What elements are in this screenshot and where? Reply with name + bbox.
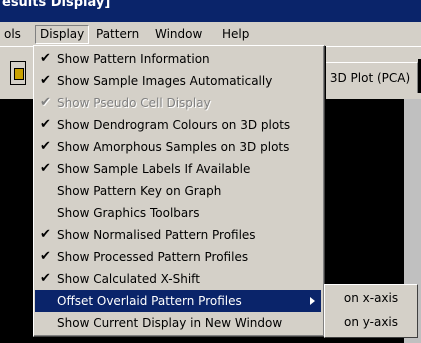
menu-item-show-pattern-key[interactable]: Show Pattern Key on Graph bbox=[35, 180, 321, 202]
menu-item-show-current-display-new-window[interactable]: Show Current Display in New Window bbox=[35, 312, 321, 334]
offset-submenu: on x-axis on y-axis bbox=[324, 284, 418, 338]
check-icon: ✔ bbox=[40, 117, 51, 132]
display-menu: ✔ Show Pattern Information ✔ Show Sample… bbox=[33, 45, 325, 337]
menu-pattern[interactable]: Pattern bbox=[92, 26, 143, 43]
menu-help[interactable]: Help bbox=[218, 26, 253, 43]
check-icon: ✔ bbox=[40, 139, 51, 154]
menu-tools[interactable]: ols bbox=[0, 26, 25, 43]
menu-window[interactable]: Window bbox=[151, 26, 206, 43]
tab-3d-plot-pca[interactable]: 3D Plot (PCA) bbox=[322, 62, 418, 94]
submenu-item-on-y-axis[interactable]: on y-axis bbox=[325, 311, 417, 333]
check-icon: ✔ bbox=[40, 227, 51, 242]
toolbar-icon bbox=[14, 68, 24, 80]
menu-item-offset-overlaid-profiles[interactable]: Offset Overlaid Pattern Profiles bbox=[35, 290, 321, 312]
check-icon: ✔ bbox=[40, 271, 51, 286]
menu-item-show-amorphous-samples[interactable]: ✔ Show Amorphous Samples on 3D plots bbox=[35, 136, 321, 158]
submenu-item-on-x-axis[interactable]: on x-axis bbox=[325, 287, 417, 309]
menu-bar: ols Display Pattern Window Help bbox=[0, 22, 421, 47]
menu-item-show-pseudo-cell-display: ✔ Show Pseudo Cell Display bbox=[35, 92, 321, 114]
check-icon: ✔ bbox=[40, 95, 51, 110]
check-icon: ✔ bbox=[40, 161, 51, 176]
check-icon: ✔ bbox=[40, 73, 51, 88]
toolbar-button[interactable] bbox=[10, 61, 26, 85]
menu-item-show-processed-profiles[interactable]: ✔ Show Processed Pattern Profiles bbox=[35, 246, 321, 268]
submenu-arrow-icon bbox=[310, 297, 315, 305]
window-title: esults Display] bbox=[2, 0, 111, 10]
menu-display[interactable]: Display bbox=[35, 25, 90, 44]
menu-item-show-graphics-toolbars[interactable]: Show Graphics Toolbars bbox=[35, 202, 321, 224]
title-bar: esults Display] bbox=[0, 0, 421, 22]
check-icon: ✔ bbox=[40, 249, 51, 264]
menu-item-show-calculated-x-shift[interactable]: ✔ Show Calculated X-Shift bbox=[35, 268, 321, 290]
menu-item-show-dendrogram-colours[interactable]: ✔ Show Dendrogram Colours on 3D plots bbox=[35, 114, 321, 136]
check-icon: ✔ bbox=[40, 51, 51, 66]
menu-item-show-normalised-profiles[interactable]: ✔ Show Normalised Pattern Profiles bbox=[35, 224, 321, 246]
menu-item-show-sample-labels[interactable]: ✔ Show Sample Labels If Available bbox=[35, 158, 321, 180]
menu-item-show-pattern-information[interactable]: ✔ Show Pattern Information bbox=[35, 48, 321, 70]
menu-item-show-sample-images[interactable]: ✔ Show Sample Images Automatically bbox=[35, 70, 321, 92]
